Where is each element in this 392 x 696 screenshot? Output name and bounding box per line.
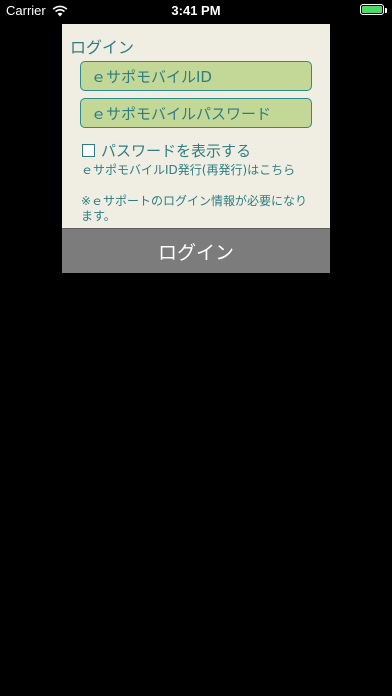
login-note: ※ｅサポートのログイン情報が必要になります。: [81, 194, 308, 223]
battery-fill: [362, 6, 382, 13]
login-panel: ログイン ｅサポモバイルID ｅサポモバイルパスワード パスワードを表示する ｅ…: [62, 24, 330, 228]
esapo-password-field[interactable]: ｅサポモバイルパスワード: [80, 98, 312, 128]
show-password-checkbox[interactable]: [82, 144, 95, 157]
login-title: ログイン: [70, 38, 135, 57]
esapo-id-placeholder: ｅサポモバイルID: [91, 67, 212, 86]
show-password-toggle[interactable]: パスワードを表示する: [82, 140, 251, 161]
esapo-id-field[interactable]: ｅサポモバイルID: [80, 61, 312, 91]
login-button-label: ログイン: [157, 241, 234, 264]
show-password-label: パスワードを表示する: [101, 142, 252, 160]
battery-icon: [360, 4, 384, 15]
clock: 3:41 PM: [171, 3, 221, 18]
screen: Carrier 3:41 PM ログイン ｅサポモバイルID ｅサポモバイルパス…: [0, 0, 392, 696]
status-bar: Carrier 3:41 PM: [0, 0, 392, 22]
issue-id-link[interactable]: ｅサポモバイルID発行(再発行)はこちら: [81, 163, 307, 178]
esapo-password-placeholder: ｅサポモバイルパスワード: [91, 104, 272, 123]
login-button[interactable]: ログイン: [62, 228, 330, 273]
battery-tip: [385, 8, 387, 13]
